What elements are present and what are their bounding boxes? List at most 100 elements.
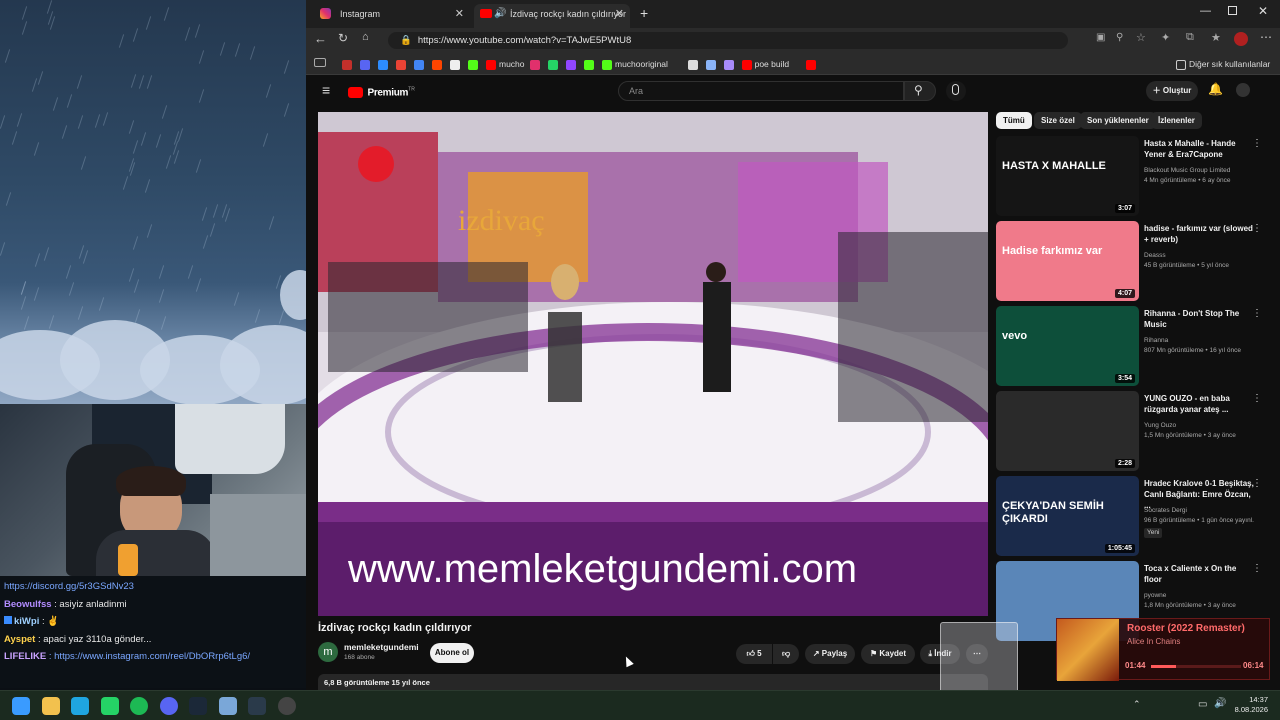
share-button[interactable]: ↗ Paylaş: [805, 644, 855, 664]
settings-icon[interactable]: [218, 697, 237, 715]
bookmark-item[interactable]: [723, 58, 737, 70]
start-icon[interactable]: [12, 697, 30, 715]
more-vert-icon[interactable]: ⋮: [1252, 478, 1262, 489]
recommendation-channel[interactable]: Yung Ouzo: [1144, 421, 1254, 431]
youtube-logo[interactable]: PremiumTR: [348, 84, 415, 99]
channel-name[interactable]: memleketgundemi: [344, 642, 419, 652]
recommendation-title[interactable]: Rihanna - Don't Stop The Music: [1144, 308, 1254, 330]
extensions-icon[interactable]: ✦: [1161, 31, 1170, 44]
bookmark-item[interactable]: mucho: [486, 58, 525, 70]
clock[interactable]: 14:37 8.08.2026: [1232, 695, 1268, 715]
bookmark-item[interactable]: [378, 58, 391, 70]
recommendation-channel[interactable]: Deasss: [1144, 251, 1254, 261]
recommendation-card[interactable]: Hadise farkımız var 4:07 hadise - farkımız…: [996, 221, 1270, 301]
account-avatar[interactable]: [1236, 83, 1250, 97]
more-vert-icon[interactable]: ⋮: [1252, 308, 1262, 319]
chip-watched[interactable]: İzlenenler: [1151, 112, 1202, 129]
video-player[interactable]: izdivaç www.memleketgundemi.com: [318, 112, 988, 616]
more-vert-icon[interactable]: ⋮: [1252, 393, 1262, 404]
tab-instagram[interactable]: Instagram ✕: [312, 4, 470, 28]
recommendation-title[interactable]: Hasta x Mahalle - Hande Yener & Era7Capo…: [1144, 138, 1254, 160]
progress-track[interactable]: [1151, 665, 1241, 668]
dislike-button[interactable]: 👎︎: [773, 644, 799, 664]
recommendation-channel[interactable]: pyowne: [1144, 591, 1254, 601]
bookmark-toggle-icon[interactable]: [314, 58, 326, 67]
video-description-box[interactable]: 6,8 B görüntüleme 15 yıl önce: [318, 674, 988, 690]
chip-for-you[interactable]: Size özel: [1034, 112, 1082, 129]
bookmark-item[interactable]: [342, 58, 355, 70]
back-icon[interactable]: ←: [314, 31, 327, 46]
more-vert-icon[interactable]: ⋮: [1252, 223, 1262, 234]
recommendation-title[interactable]: Toca x Caliente x On the floor: [1144, 563, 1254, 585]
speaker-icon[interactable]: 🔊: [494, 4, 506, 24]
voice-search-button[interactable]: [946, 81, 966, 101]
search-button[interactable]: ⚲: [904, 81, 936, 101]
bookmark-item[interactable]: [806, 58, 819, 70]
more-icon[interactable]: ⋯: [1260, 30, 1272, 44]
profile-avatar[interactable]: [1234, 32, 1248, 46]
favorites-icon[interactable]: ★: [1211, 31, 1221, 44]
whatsapp-icon[interactable]: [100, 697, 119, 715]
search-input[interactable]: Ara: [618, 81, 904, 101]
network-icon[interactable]: ▭: [1198, 699, 1207, 710]
obs-icon[interactable]: [277, 697, 296, 715]
bookmark-item[interactable]: [396, 58, 409, 70]
zoom-icon[interactable]: ⚲: [1116, 32, 1123, 43]
steam-icon[interactable]: [189, 697, 207, 715]
bookmark-item[interactable]: [450, 58, 463, 70]
subscribe-button[interactable]: Abone ol: [430, 643, 474, 663]
bookmark-item[interactable]: [548, 58, 561, 70]
bookmark-item[interactable]: [687, 58, 701, 70]
bookmark-item[interactable]: [530, 58, 543, 70]
new-tab-button[interactable]: +: [640, 5, 648, 21]
like-button[interactable]: 👍︎ 5: [736, 644, 772, 664]
more-vert-icon[interactable]: ⋮: [1252, 138, 1262, 149]
refresh-icon[interactable]: ↻: [338, 31, 348, 45]
bookmark-item[interactable]: poe build: [741, 58, 789, 70]
tab-youtube-video[interactable]: 🔊 İzdivaç rockçı kadın çıldırıyor ✕: [474, 4, 630, 28]
home-icon[interactable]: ⌂: [362, 31, 369, 43]
video-thumbnail[interactable]: ÇEKYA'DAN SEMİH ÇIKARDI 1:05:45: [996, 476, 1139, 556]
spotify-icon[interactable]: [130, 697, 148, 715]
volume-icon[interactable]: 🔊: [1214, 698, 1226, 709]
bookmark-item[interactable]: [414, 58, 427, 70]
chip-recently-uploaded[interactable]: Son yüklenenler: [1080, 112, 1156, 129]
recommendation-channel[interactable]: Socrates Dergi: [1144, 506, 1254, 516]
recommendation-title[interactable]: hadise - farkımız var (slowed + reverb): [1144, 223, 1254, 245]
bookmark-item[interactable]: [705, 58, 719, 70]
reader-icon[interactable]: ▣: [1096, 32, 1105, 43]
minimize-button[interactable]: —: [1200, 5, 1211, 17]
channel-avatar[interactable]: m: [318, 642, 338, 662]
recommendation-card[interactable]: HASTA X MAHALLE 3:07 Hasta x Mahalle - Han…: [996, 136, 1270, 216]
close-window-button[interactable]: ✕: [1258, 4, 1268, 18]
chat-username[interactable]: https://discord.gg/5r3GSdNv23: [4, 581, 134, 592]
url-input[interactable]: 🔒 https://www.youtube.com/watch?v=TAJwE5P…: [388, 32, 1068, 49]
bookmark-item[interactable]: [566, 58, 579, 70]
close-icon[interactable]: ✕: [455, 4, 464, 24]
create-button[interactable]: ＋ Oluştur: [1146, 81, 1198, 101]
video-thumbnail[interactable]: 2:28: [996, 391, 1139, 471]
file-explorer-icon[interactable]: [41, 697, 60, 715]
edge-icon[interactable]: [71, 697, 89, 715]
recommendation-channel[interactable]: Rihanna: [1144, 336, 1254, 346]
recommendation-title[interactable]: YUNG OUZO - en baba rüzgarda yanar ateş …: [1144, 393, 1254, 415]
maximize-button[interactable]: [1228, 6, 1237, 15]
bookmark-item[interactable]: muchooriginal: [602, 58, 668, 70]
split-screen-icon[interactable]: ⧉: [1186, 31, 1194, 44]
recommendation-card[interactable]: vevo 3:54 Rihanna - Don't Stop The Music Ri…: [996, 306, 1270, 386]
recommendation-card[interactable]: 2:28 YUNG OUZO - en baba rüzgarda yanar a…: [996, 391, 1270, 471]
bookmark-item[interactable]: [584, 58, 597, 70]
chip-all[interactable]: Tümü: [996, 112, 1032, 129]
recommendation-card[interactable]: ÇEKYA'DAN SEMİH ÇIKARDI 1:05:45 Hradec Kra…: [996, 476, 1270, 556]
chat-message[interactable]: : https://www.instagram.com/reel/DbORrp6…: [49, 651, 250, 662]
bookmark-item[interactable]: [468, 58, 481, 70]
menu-icon[interactable]: ≡: [322, 82, 330, 98]
notifications-icon[interactable]: 🔔: [1208, 82, 1223, 96]
star-icon[interactable]: ☆: [1136, 31, 1146, 44]
other-bookmarks[interactable]: Diğer sık kullanılanlar: [1176, 58, 1270, 70]
steam-icon[interactable]: [248, 697, 266, 715]
close-icon[interactable]: ✕: [615, 4, 624, 24]
bookmark-item[interactable]: [432, 58, 445, 70]
video-thumbnail[interactable]: Hadise farkımız var 4:07: [996, 221, 1139, 301]
bookmark-item[interactable]: [360, 58, 373, 70]
